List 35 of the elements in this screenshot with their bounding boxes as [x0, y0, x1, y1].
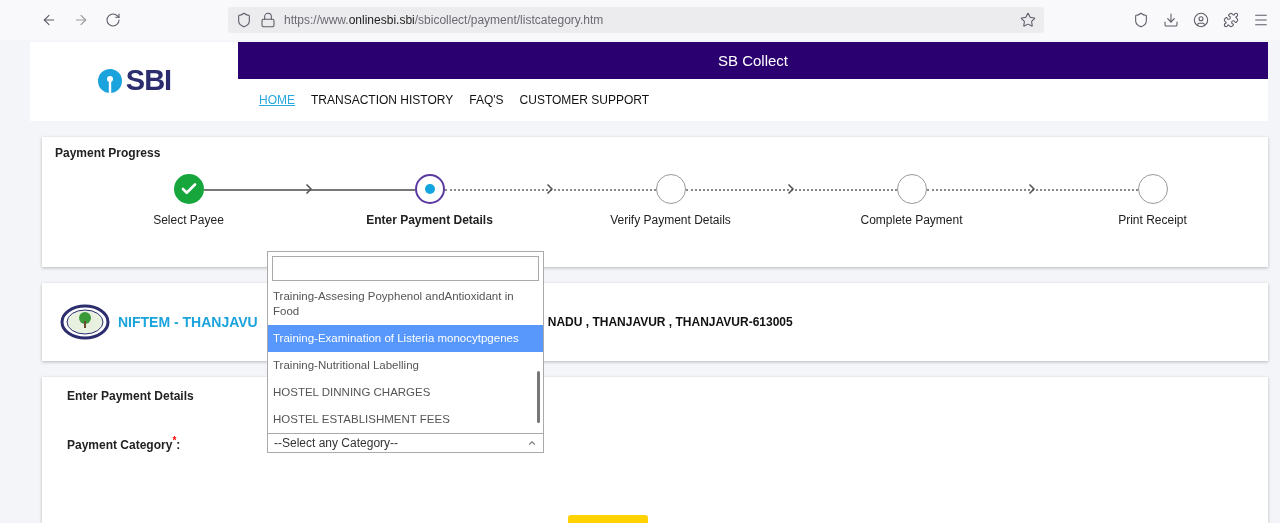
institution-address: NADU , THANJAVUR , THANJAVUR-613005 — [547, 315, 793, 329]
emblem-icon — [60, 304, 110, 340]
banner-title: SB Collect — [718, 52, 788, 69]
reload-icon[interactable] — [105, 12, 121, 28]
step-label: Select Payee — [153, 213, 224, 227]
extensions-icon[interactable] — [1223, 12, 1239, 28]
nav-link[interactable]: CUSTOMER SUPPORT — [519, 93, 650, 107]
url-path: /sbicollect/payment/listcategory.htm — [414, 13, 604, 27]
nav-link[interactable]: TRANSACTION HISTORY — [311, 93, 454, 107]
shield-icon[interactable] — [1133, 12, 1149, 28]
download-icon[interactable] — [1163, 12, 1179, 28]
scrollbar-thumb[interactable] — [537, 371, 540, 423]
shield-icon — [236, 12, 252, 28]
bookmark-star-icon[interactable] — [1020, 12, 1036, 28]
bank-logo: SBI — [96, 64, 172, 97]
card-title: Payment Progress — [55, 146, 161, 160]
caret-icon — [527, 438, 537, 448]
step-label: Enter Payment Details — [366, 213, 493, 227]
institution-name: NIFTEM - THANJAVU — [118, 314, 258, 330]
category-select[interactable]: --Select any Category-- — [267, 433, 544, 453]
url-text: https://www. — [284, 13, 349, 27]
account-icon[interactable] — [1193, 12, 1209, 28]
step-label: Verify Payment Details — [610, 213, 731, 227]
keyhole-logo-icon — [96, 67, 123, 94]
back-icon[interactable] — [41, 12, 57, 28]
step-label: Complete Payment — [860, 213, 963, 227]
search-field[interactable] — [272, 256, 539, 281]
address-bar[interactable]: https://www.onlinesbi.sbi/sbicollect/payment/listcategory.htm — [228, 7, 1044, 33]
url-host: onlinesbi.sbi — [348, 13, 415, 27]
nav-link[interactable]: FAQ'S — [469, 93, 504, 107]
step-label: Print Receipt — [1118, 213, 1187, 227]
card-title: Enter Payment Details — [67, 389, 194, 403]
menu-icon[interactable] — [1253, 12, 1269, 28]
lock-icon — [260, 12, 276, 28]
field-label: Payment Category$^{*}$: — [67, 434, 182, 452]
